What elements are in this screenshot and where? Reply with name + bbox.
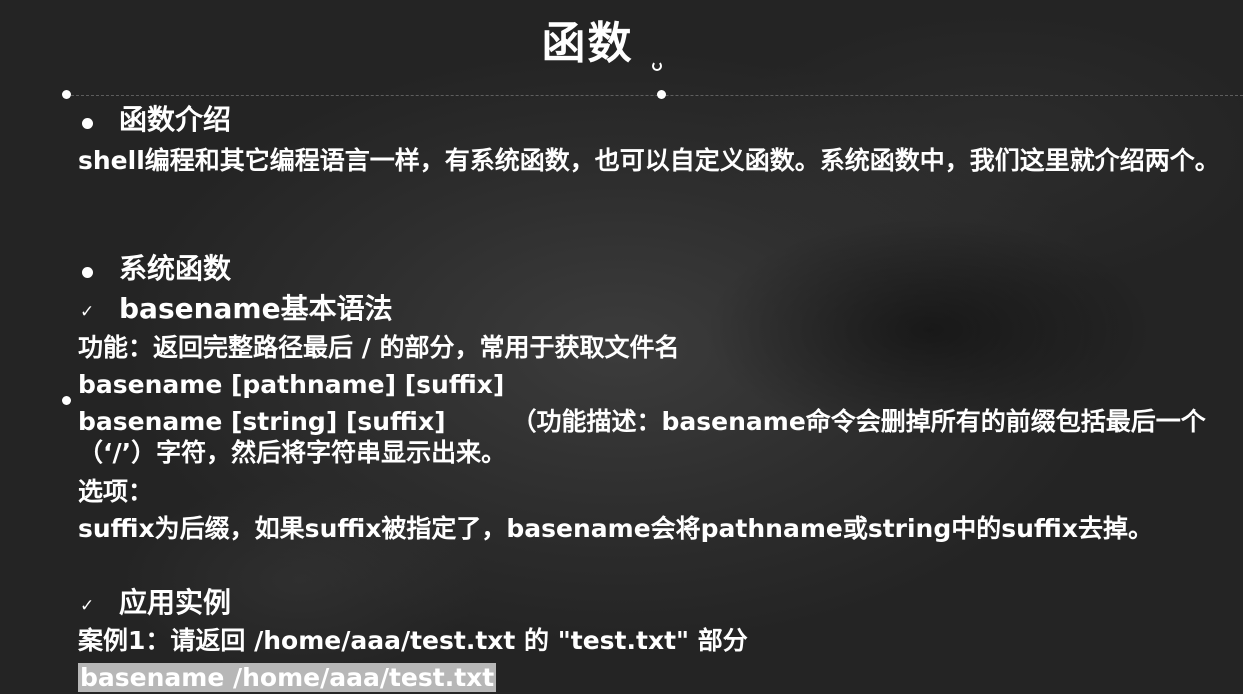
example-heading: 应用实例: [119, 586, 232, 619]
options-text: suffix为后缀，如果suffix被指定了，basename会将pathnam…: [78, 514, 1153, 543]
resize-handle-top-left[interactable]: [62, 90, 71, 99]
function-description: 功能：返回完整路径最后 / 的部分，常用于获取文件名: [78, 333, 680, 362]
check-icon: ✓: [80, 596, 95, 616]
command-line-1: basename /home/aaa/test.txt: [78, 662, 497, 693]
system-functions-heading: 系统函数: [119, 252, 232, 285]
basename-heading: basename基本语法: [119, 292, 393, 325]
text-box-selection-border: [66, 95, 1243, 96]
bullet-icon: [82, 118, 93, 129]
intro-heading: 函数介绍: [119, 103, 232, 136]
bullet-icon: [82, 267, 93, 278]
syntax-line-2: basename [string] [suffix] （功能描述：basename…: [78, 406, 1236, 468]
case-1-text: 案例1：请返回 /home/aaa/test.txt 的 "test.txt" …: [78, 626, 748, 655]
rotate-handle-icon[interactable]: [652, 61, 662, 71]
options-label: 选项：: [78, 477, 154, 506]
command-1-highlight: basename /home/aaa/test.txt: [78, 663, 497, 692]
syntax-line-1: basename [pathname] [suffix]: [78, 370, 505, 399]
resize-handle-middle-left[interactable]: [62, 396, 71, 405]
resize-handle-top-middle[interactable]: [657, 90, 666, 99]
slide-title: 函数: [541, 18, 634, 69]
check-icon: ✓: [80, 302, 95, 322]
syntax-2-command: basename [string] [suffix]: [78, 407, 446, 436]
intro-text: shell编程和其它编程语言一样，有系统函数，也可以自定义函数。系统函数中，我们…: [78, 146, 1220, 175]
